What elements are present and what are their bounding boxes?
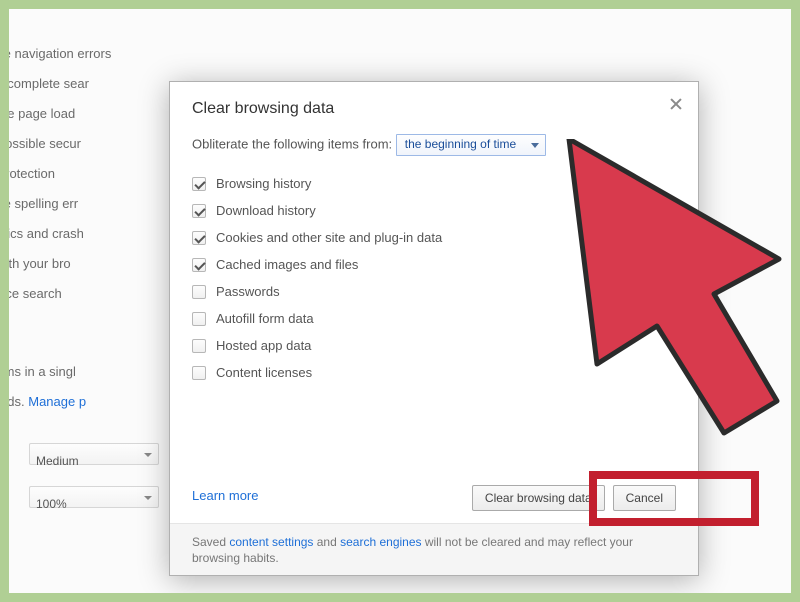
dialog-title: Clear browsing data [170,82,698,128]
footer-text: and [313,535,340,549]
checkbox-icon[interactable] [192,285,206,299]
clear-browsing-data-button[interactable]: Clear browsing data [472,485,605,511]
checkbox-label: Cached images and files [216,257,358,272]
font-size-dropdown[interactable]: Medium [29,443,159,465]
checkbox-label: Autofill form data [216,311,314,326]
content-settings-link[interactable]: content settings [229,535,313,549]
search-engines-link[interactable]: search engines [340,535,421,549]
checkbox-row-cached[interactable]: Cached images and files [192,251,676,278]
checkbox-row-download-history[interactable]: Download history [192,197,676,224]
checkbox-label: Hosted app data [216,338,311,353]
checkbox-row-hosted-app[interactable]: Hosted app data [192,332,676,359]
checkbox-label: Browsing history [216,176,311,191]
checkbox-icon[interactable] [192,312,206,326]
obliterate-row: Obliterate the following items from: the… [170,128,698,170]
dialog-footer: Saved content settings and search engine… [170,523,698,575]
page-zoom-dropdown[interactable]: 100% [29,486,159,508]
checkbox-icon[interactable] [192,177,206,191]
checkbox-icon[interactable] [192,366,206,380]
checkbox-row-autofill[interactable]: Autofill form data [192,305,676,332]
footer-text: Saved [192,535,229,549]
checkbox-label: Content licenses [216,365,312,380]
clear-browsing-data-dialog: Clear browsing data Obliterate the follo… [169,81,699,576]
settings-page: ce to help resolve navigation errors n s… [9,9,791,593]
checkbox-row-passwords[interactable]: Passwords [192,278,676,305]
bg-line: ce to help resolve navigation errors [9,39,269,69]
checkbox-label: Download history [216,203,316,218]
manage-passwords-link[interactable]: Manage p [28,394,86,409]
checkbox-list: Browsing history Download history Cookie… [170,170,698,386]
checkbox-icon[interactable] [192,339,206,353]
dialog-button-row: Clear browsing data Cancel [472,485,676,511]
cancel-button[interactable]: Cancel [613,485,676,511]
checkbox-icon[interactable] [192,258,206,272]
checkbox-icon[interactable] [192,231,206,245]
obliterate-label: Obliterate the following items from: [192,136,392,151]
checkbox-label: Passwords [216,284,280,299]
checkbox-row-browsing-history[interactable]: Browsing history [192,170,676,197]
time-range-select[interactable]: the beginning of time [396,134,546,156]
bg-text: our web passwords. [9,394,28,409]
checkbox-row-cookies[interactable]: Cookies and other site and plug-in data [192,224,676,251]
checkbox-row-content-licenses[interactable]: Content licenses [192,359,676,386]
checkbox-icon[interactable] [192,204,206,218]
close-icon[interactable] [668,96,684,112]
learn-more-link[interactable]: Learn more [192,488,258,503]
checkbox-label: Cookies and other site and plug-in data [216,230,442,245]
